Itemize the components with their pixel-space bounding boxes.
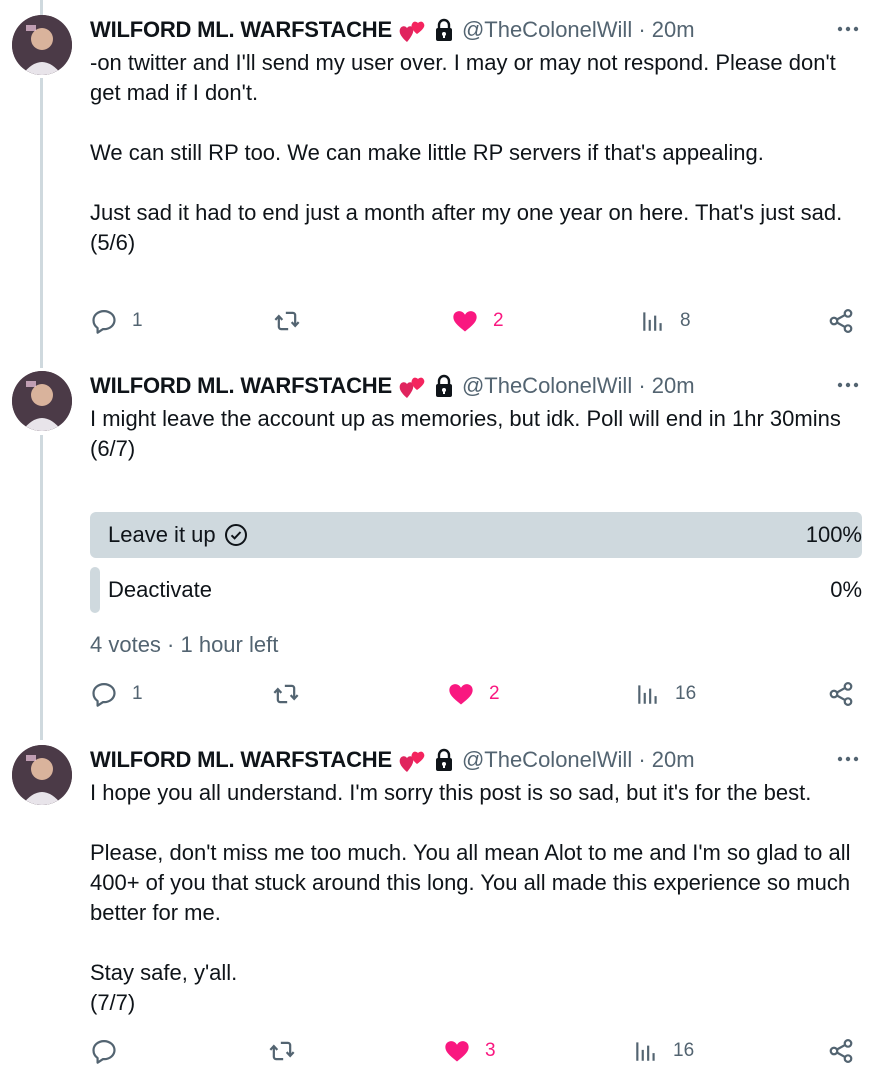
share-icon [829,1039,853,1063]
tweet-paragraph: I might leave the account up as memories… [90,406,841,431]
reply-count: 1 [132,683,143,704]
check-circle-icon [224,524,247,546]
avatar[interactable] [12,371,72,431]
tweet-actions: 1 2 16 [90,679,865,709]
tweet-text: -on twitter and I'll send my user over. … [90,48,860,258]
share-icon [829,309,853,333]
views-icon [638,685,657,704]
author-name[interactable]: WILFORD ML. WARFSTACHE [90,17,392,43]
tweet-text: I hope you all understand. I'm sorry thi… [90,778,860,1018]
retweet-button[interactable] [272,679,314,709]
tweet-paragraph: (7/7) [90,990,136,1015]
tweet[interactable]: WILFORD ML. WARFSTACHE @TheColonelWill ·… [0,371,882,711]
tweet[interactable]: WILFORD ML. WARFSTACHE @TheColonelWill ·… [0,15,882,345]
views-count: 8 [680,310,691,331]
avatar[interactable] [12,15,72,75]
tweet-paragraph: -on twitter and I'll send my user over. … [90,50,836,105]
avatar[interactable] [12,745,72,805]
more-icon[interactable] [836,373,860,397]
tweet-actions: 1 2 8 [90,306,865,336]
author-name[interactable]: WILFORD ML. WARFSTACHE [90,373,392,399]
like-count: 2 [489,683,500,704]
reply-icon [92,1039,116,1064]
tweet-text: I might leave the account up as memories… [90,404,860,464]
lock-icon [434,748,454,772]
retweet-button[interactable] [273,306,315,336]
like-icon [445,1041,469,1062]
like-button[interactable]: 3 [443,1036,496,1066]
reply-button[interactable]: 1 [90,679,143,709]
retweet-icon [269,1041,295,1061]
tweet-paragraph: I hope you all understand. I'm sorry thi… [90,780,812,805]
views-button[interactable]: 16 [635,679,696,709]
reply-count: 1 [132,310,143,331]
share-button[interactable] [827,306,855,336]
reply-button[interactable]: 1 [90,306,143,336]
reply-icon [92,309,116,334]
hearts-emoji-icon [398,373,426,399]
poll-option-label: Leave it up [108,522,216,547]
views-button[interactable]: 8 [640,306,691,336]
views-button[interactable]: 16 [633,1036,694,1066]
like-icon [449,684,473,705]
retweet-button[interactable] [268,1036,310,1066]
hearts-emoji-icon [398,747,426,773]
like-count: 3 [485,1040,496,1061]
views-icon [643,312,662,331]
like-icon [453,311,477,332]
tweet-paragraph: Stay safe, y'all. [90,960,238,985]
lock-icon [434,374,454,398]
tweet-header: WILFORD ML. WARFSTACHE @TheColonelWill ·… [90,745,695,775]
tweet-paragraph: Please, don't miss me too much. You all … [90,840,851,925]
views-icon [636,1042,655,1061]
views-count: 16 [673,1040,695,1061]
views-count: 16 [675,683,697,704]
tweet-header: WILFORD ML. WARFSTACHE @TheColonelWill ·… [90,371,695,401]
tweet-paragraph: Just sad it had to end just a month afte… [90,200,843,225]
poll-result-bar [90,567,100,613]
tweet[interactable]: WILFORD ML. WARFSTACHE @TheColonelWill ·… [0,745,882,1075]
retweet-icon [273,684,299,704]
poll-option-label: Deactivate [108,577,212,602]
like-button[interactable]: 2 [447,679,500,709]
author-name[interactable]: WILFORD ML. WARFSTACHE [90,747,392,773]
share-button[interactable] [827,1036,855,1066]
poll-option-deactivate[interactable]: Deactivate 0% [90,567,862,613]
hearts-emoji-icon [398,17,426,43]
more-icon[interactable] [836,747,860,771]
more-icon[interactable] [836,17,860,41]
retweet-icon [274,311,300,331]
lock-icon [434,18,454,42]
author-handle-time[interactable]: @TheColonelWill · 20m [462,747,695,773]
like-button[interactable]: 2 [451,306,504,336]
tweet-paragraph: (6/7) [90,436,136,461]
tweet-header: WILFORD ML. WARFSTACHE @TheColonelWill ·… [90,15,695,45]
poll-option-percent: 100% [805,522,862,547]
author-handle-time[interactable]: @TheColonelWill · 20m [462,17,695,43]
tweet-actions: 3 16 [90,1036,865,1066]
reply-icon [92,682,116,707]
poll-option-percent: 0% [830,577,862,602]
like-count: 2 [493,310,504,331]
reply-button[interactable] [90,1036,132,1066]
tweet-paragraph: (5/6) [90,230,136,255]
share-button[interactable] [827,679,855,709]
poll-option-leave-it-up[interactable]: Leave it up 100% [90,512,862,558]
author-handle-time[interactable]: @TheColonelWill · 20m [462,373,695,399]
tweet-paragraph: We can still RP too. We can make little … [90,140,764,165]
share-icon [829,682,853,706]
poll-meta: 4 votes · 1 hour left [90,632,279,657]
poll: Leave it up 100% Deactivate 0% 4 votes ·… [90,512,862,657]
